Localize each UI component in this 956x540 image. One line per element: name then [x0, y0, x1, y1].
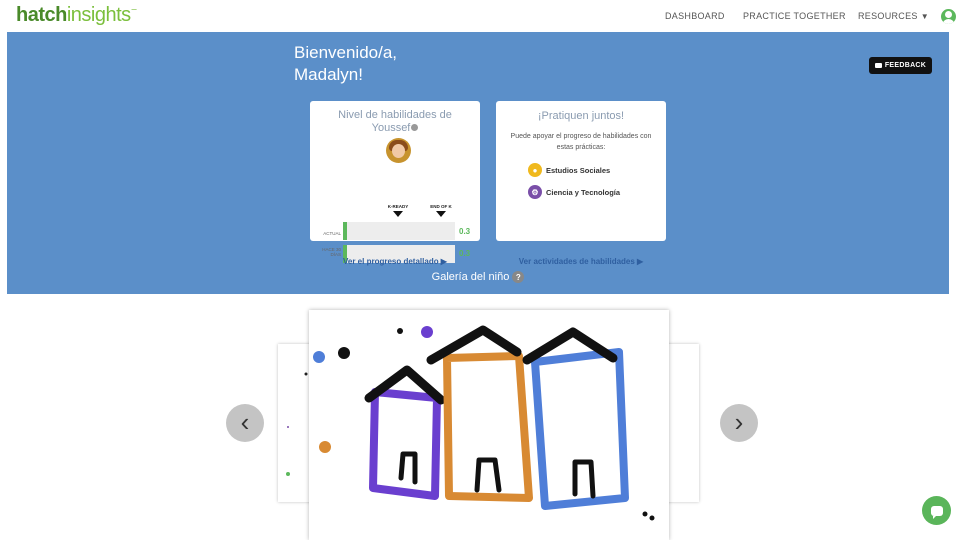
end-of-k-marker: END OF K: [426, 204, 456, 217]
down-triangle-icon: [393, 211, 403, 217]
subject-social-studies[interactable]: ● Estudios Sociales: [528, 162, 610, 178]
top-nav: hatchinsights⁻ DASHBOARD PRACTICE TOGETH…: [0, 0, 956, 32]
welcome-line-1: Bienvenido/a,: [294, 43, 398, 62]
row-label-actual: ACTUAL: [323, 231, 341, 236]
practice-description: Puede apoyar el progreso de habilidades …: [510, 133, 652, 151]
nav-dashboard[interactable]: DASHBOARD: [665, 11, 725, 21]
feedback-label: FEEDBACK: [884, 62, 927, 69]
chevron-right-icon: ›: [734, 407, 744, 437]
chat-icon: [874, 63, 882, 68]
skill-level-card: Nivel de habilidades de Youssef K-READY …: [310, 101, 480, 266]
k-ready-marker: K-READY: [383, 204, 413, 217]
practice-together-card: ¡Pratiquen juntos! Puede apoyar el progr…: [496, 101, 666, 266]
progress-fill: [343, 222, 348, 240]
gallery-artwork[interactable]: [309, 310, 669, 540]
skill-level-title: Nivel de habilidades de Youssef: [338, 109, 452, 134]
nav-resources-dropdown[interactable]: RESOURCES ▼: [858, 11, 929, 21]
help-icon[interactable]: ?: [512, 271, 525, 284]
caret-down-icon: ▼: [920, 12, 929, 21]
info-icon[interactable]: [411, 124, 419, 131]
practice-title: ¡Pratiquen juntos!: [537, 110, 625, 122]
detailed-progress-link[interactable]: Ver el progreso detallado ▶: [310, 257, 480, 266]
progress-value-actual: 0.3: [459, 227, 471, 236]
skill-activities-link[interactable]: Ver actividades de habilidades ▶: [496, 257, 666, 266]
nav-practice-together[interactable]: PRACTICE TOGETHER: [743, 11, 846, 21]
gallery-prev-button[interactable]: ‹: [226, 404, 264, 442]
nav-resources-label: RESOURCES: [858, 11, 918, 21]
gallery-label: Galería del niño?: [7, 271, 949, 284]
welcome-banner: Bienvenido/a, Madalyn! FEEDBACK Nivel de…: [7, 32, 949, 294]
child-drawing-houses: [313, 325, 655, 521]
welcome-heading: Bienvenido/a, Madalyn!: [294, 42, 397, 86]
chat-support-button[interactable]: [922, 496, 951, 525]
feedback-button[interactable]: FEEDBACK: [869, 57, 932, 74]
science-icon: ⚙: [528, 185, 542, 199]
sparkle-icon: ⁻: [130, 4, 138, 19]
user-account-icon[interactable]: [941, 9, 956, 24]
chevron-left-icon: ‹: [240, 407, 250, 437]
hatch-insights-logo[interactable]: hatchinsights⁻: [16, 4, 138, 27]
lightbulb-icon: ●: [528, 163, 542, 177]
welcome-line-2: Madalyn!: [294, 65, 363, 84]
down-triangle-icon: [436, 211, 446, 217]
gallery-next-button[interactable]: ›: [720, 404, 758, 442]
chat-bubble-icon: [930, 505, 943, 519]
progress-bar-actual: [343, 222, 455, 240]
row-label-30-days: HACE 30 DÍAS: [322, 247, 341, 257]
subject-science-technology[interactable]: ⚙ Ciencia y Tecnología: [528, 184, 620, 200]
child-avatar: [386, 138, 411, 163]
